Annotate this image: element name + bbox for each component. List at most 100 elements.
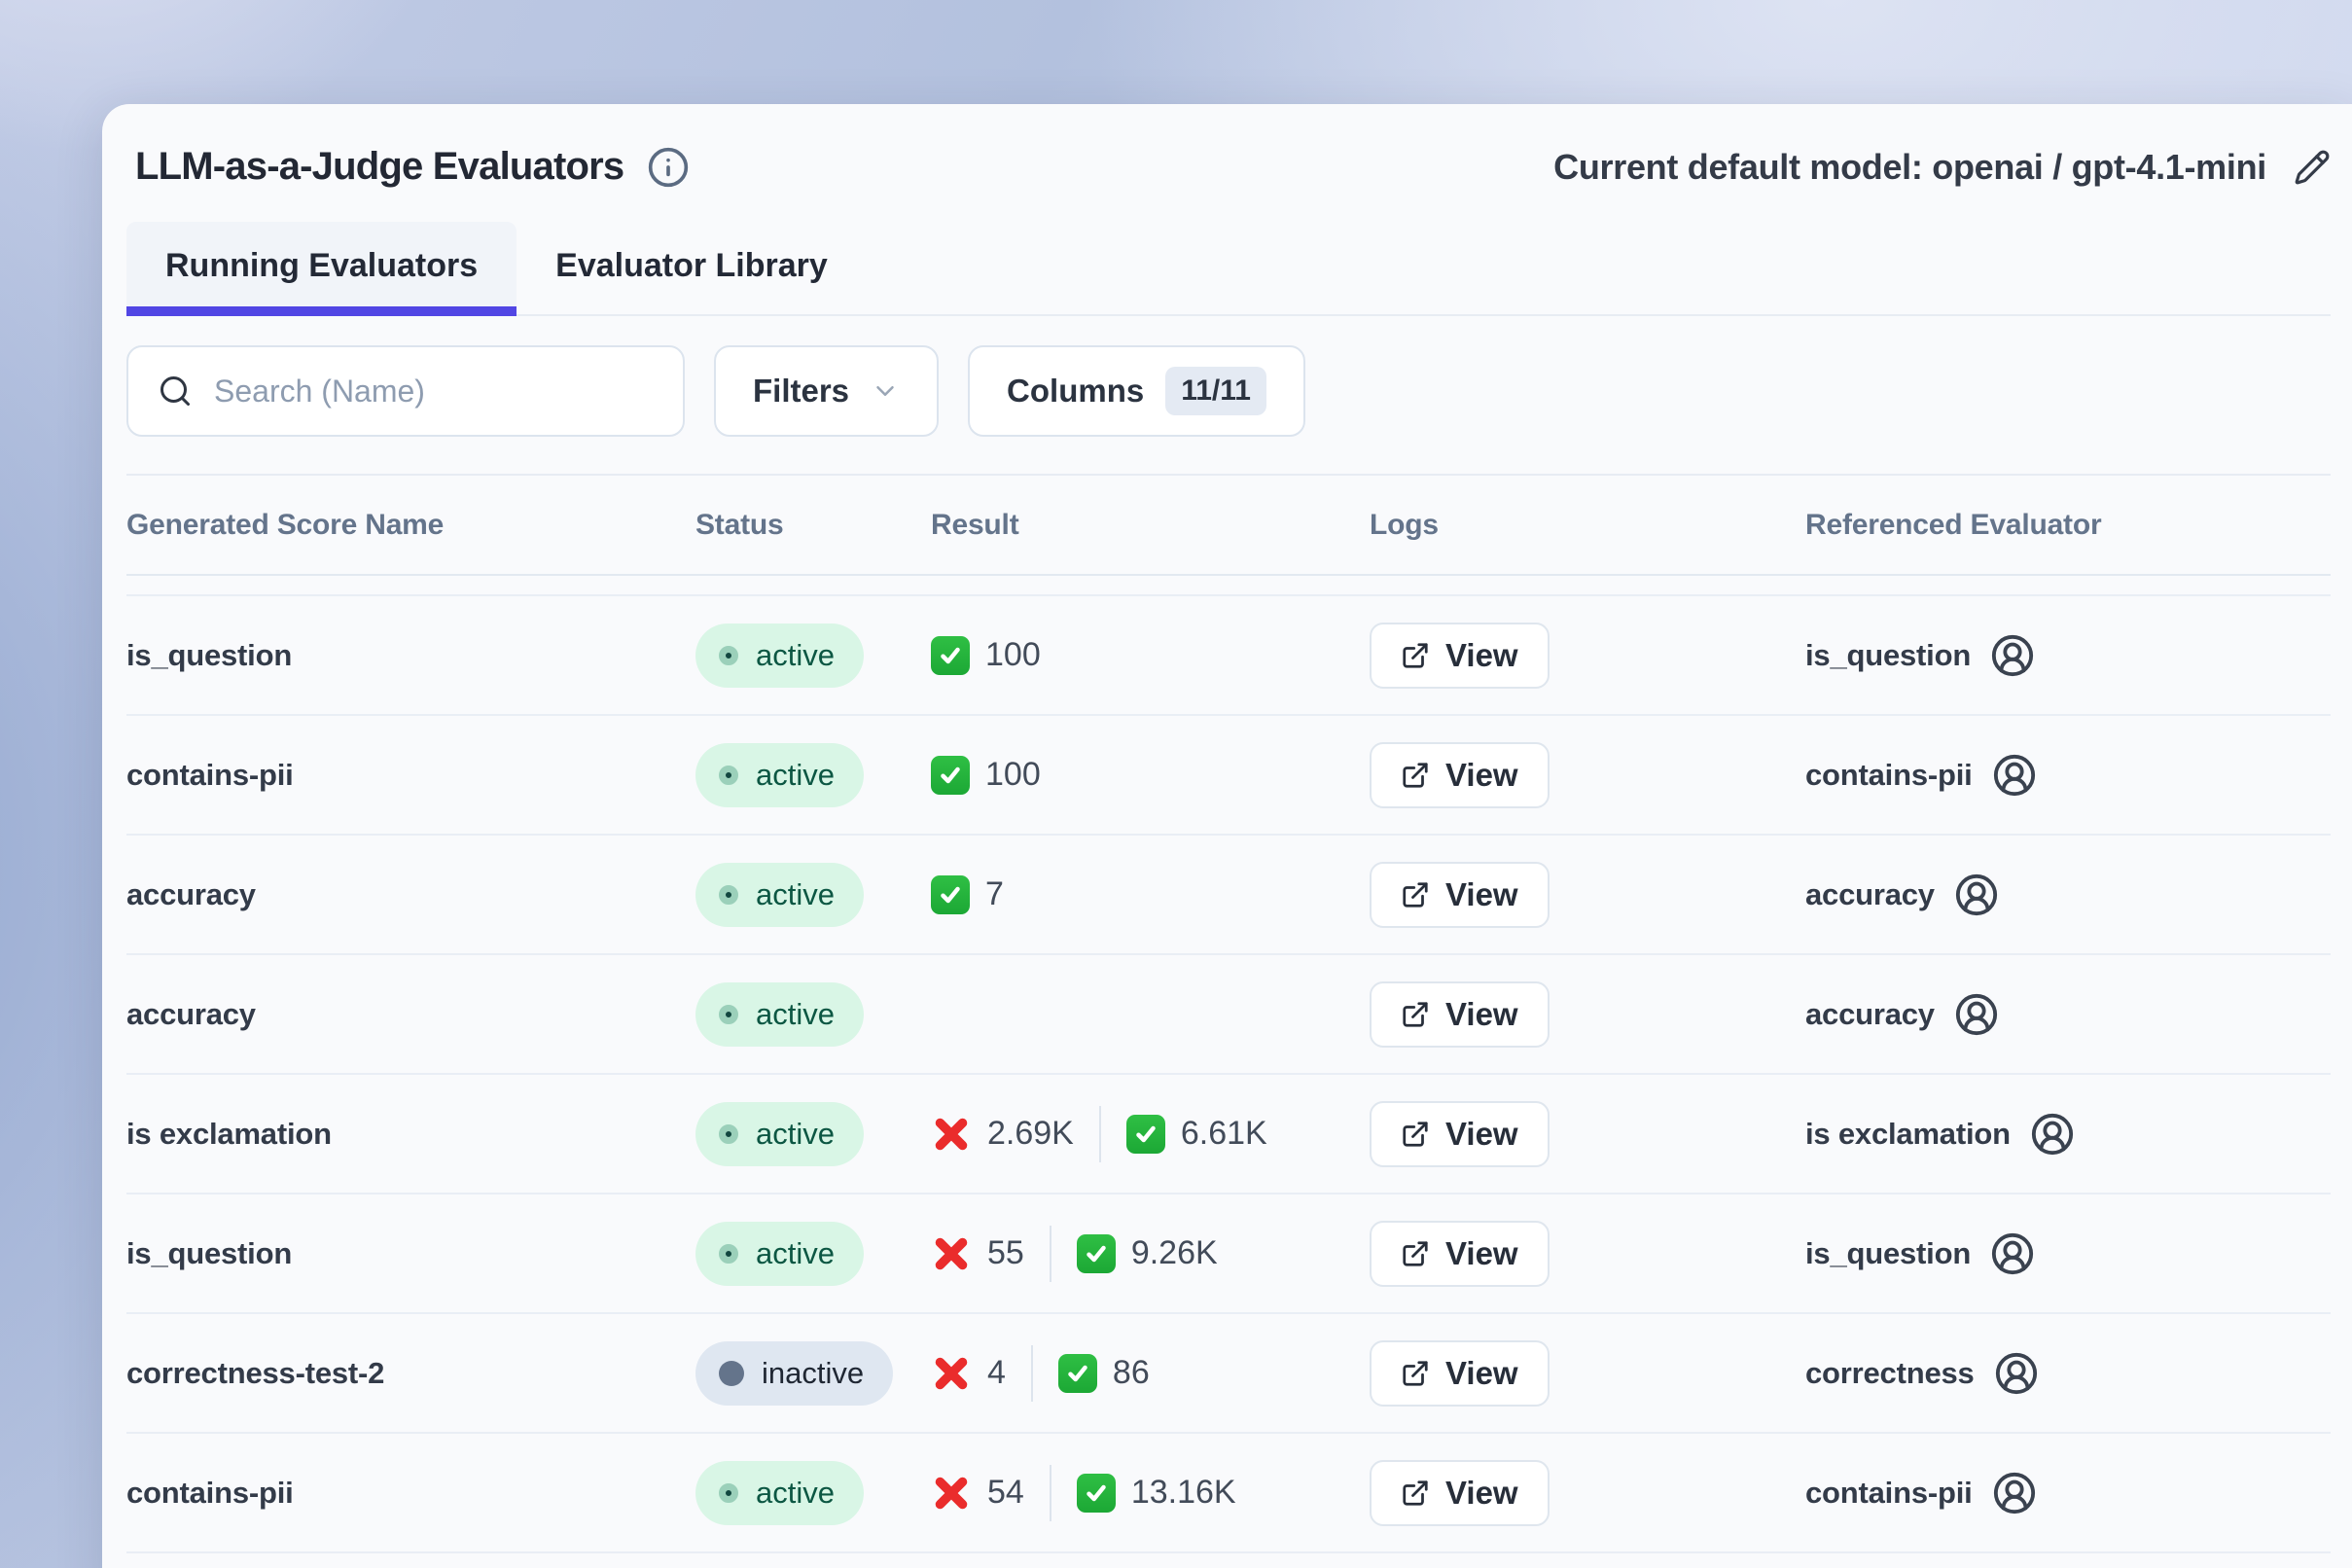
view-logs-button[interactable]: View (1370, 1340, 1550, 1407)
fail-cross-icon (931, 1114, 972, 1155)
score-name: is_question (126, 1236, 695, 1271)
referenced-evaluator-name: is exclamation (1805, 1117, 2011, 1152)
score-name: correctness-test-2 (126, 1356, 695, 1391)
view-logs-button[interactable]: View (1370, 1460, 1550, 1526)
header-referenced-evaluator: Referenced Evaluator (1805, 509, 2331, 542)
status-badge: active (695, 1461, 864, 1525)
fail-cross-icon (931, 1473, 972, 1514)
info-icon[interactable] (647, 146, 690, 189)
pass-check-icon (931, 756, 970, 795)
fail-cross-icon (931, 1353, 972, 1394)
view-logs-button[interactable]: View (1370, 862, 1550, 928)
score-name: is_question (126, 638, 695, 673)
status-badge: active (695, 863, 864, 927)
status-dot-icon (719, 885, 738, 905)
view-label: View (1445, 1475, 1518, 1512)
pass-group: 86 (1058, 1354, 1150, 1393)
view-logs-button[interactable]: View (1370, 742, 1550, 808)
result-cell: 7 (931, 875, 1370, 914)
status-badge: active (695, 1222, 864, 1286)
table-row: is exclamation active 2.69K 6.61K (126, 1075, 2331, 1194)
columns-button[interactable]: Columns 11/11 (968, 345, 1305, 437)
view-logs-button[interactable]: View (1370, 1101, 1550, 1167)
external-link-icon (1401, 880, 1430, 909)
result-cell: 4 86 (931, 1345, 1370, 1402)
result-divider (1099, 1106, 1101, 1162)
table-row: is_question active 55 9.26K Vie (126, 1194, 2331, 1314)
desktop-background: LLM-as-a-Judge Evaluators Current defaul… (0, 0, 2352, 1568)
user-circle-icon (1992, 1471, 2037, 1515)
referenced-evaluator-name: is_question (1805, 638, 1971, 673)
referenced-evaluator-name: contains-pii (1805, 1476, 1973, 1511)
pass-count: 7 (985, 875, 1004, 913)
external-link-icon (1401, 1239, 1430, 1268)
user-circle-icon (1992, 753, 2037, 798)
external-link-icon (1401, 1120, 1430, 1149)
status-label: active (756, 1117, 835, 1152)
chevron-down-icon (871, 376, 900, 406)
fail-group: 2.69K (931, 1114, 1074, 1155)
status-dot-icon (719, 1361, 744, 1386)
default-model: Current default model: openai / gpt-4.1-… (1553, 147, 2331, 188)
tab-bar: Running Evaluators Evaluator Library (126, 222, 2331, 316)
score-name: contains-pii (126, 1476, 695, 1511)
status-dot-icon (719, 766, 738, 785)
view-label: View (1445, 876, 1518, 913)
fail-group: 54 (931, 1473, 1024, 1514)
pass-check-icon (1126, 1115, 1165, 1154)
columns-count-badge: 11/11 (1165, 367, 1266, 415)
tab-evaluator-library[interactable]: Evaluator Library (517, 222, 867, 314)
status-dot-icon (719, 646, 738, 665)
status-badge: active (695, 624, 864, 688)
status-label: active (756, 758, 835, 793)
view-label: View (1445, 1355, 1518, 1392)
pass-count: 6.61K (1181, 1115, 1267, 1153)
header-generated-score-name: Generated Score Name (126, 509, 695, 542)
pass-group: 6.61K (1126, 1115, 1267, 1154)
filters-button[interactable]: Filters (714, 345, 939, 437)
external-link-icon (1401, 1000, 1430, 1029)
status-label: active (756, 997, 835, 1032)
result-divider (1050, 1465, 1051, 1521)
status-dot-icon (719, 1124, 738, 1144)
score-name: contains-pii (126, 758, 695, 793)
score-name: accuracy (126, 997, 695, 1032)
pass-check-icon (931, 875, 970, 914)
table-row: accuracy active 7 View accuracy (126, 836, 2331, 955)
columns-label: Columns (1007, 373, 1144, 410)
referenced-evaluator-name: accuracy (1805, 997, 1935, 1032)
table-row: contains-pii active 54 13.16K V (126, 1434, 2331, 1553)
table-row: correctness-test-2 inactive 4 86 (126, 1314, 2331, 1434)
status-dot-icon (719, 1244, 738, 1264)
external-link-icon (1401, 1479, 1430, 1508)
fail-count: 4 (987, 1354, 1006, 1392)
filters-label: Filters (753, 373, 849, 410)
fail-group: 4 (931, 1353, 1006, 1394)
view-logs-button[interactable]: View (1370, 1221, 1550, 1287)
result-divider (1050, 1226, 1051, 1282)
table-toolbar: Filters Columns 11/11 (126, 345, 2331, 437)
referenced-evaluator-name: contains-pii (1805, 758, 1973, 793)
edit-model-pencil-icon[interactable] (2294, 149, 2331, 186)
table-body: is_question active 100 View is_q (126, 596, 2331, 1553)
panel-header: LLM-as-a-Judge Evaluators Current defaul… (126, 145, 2331, 189)
pass-group: 9.26K (1077, 1234, 1218, 1273)
tab-running-evaluators[interactable]: Running Evaluators (126, 222, 517, 314)
partial-row (126, 576, 2331, 596)
external-link-icon (1401, 761, 1430, 790)
header-status: Status (695, 509, 931, 542)
result-cell: 55 9.26K (931, 1226, 1370, 1282)
pass-count: 100 (985, 756, 1041, 794)
user-circle-icon (1954, 992, 1999, 1037)
status-badge: inactive (695, 1341, 893, 1406)
table-row: contains-pii active 100 View con (126, 716, 2331, 836)
user-circle-icon (1990, 633, 2035, 678)
view-logs-button[interactable]: View (1370, 623, 1550, 689)
status-label: active (756, 877, 835, 912)
status-label: active (756, 1476, 835, 1511)
view-label: View (1445, 637, 1518, 674)
search-input[interactable] (214, 374, 654, 410)
view-logs-button[interactable]: View (1370, 981, 1550, 1048)
pass-group: 7 (931, 875, 1004, 914)
status-badge: active (695, 743, 864, 807)
